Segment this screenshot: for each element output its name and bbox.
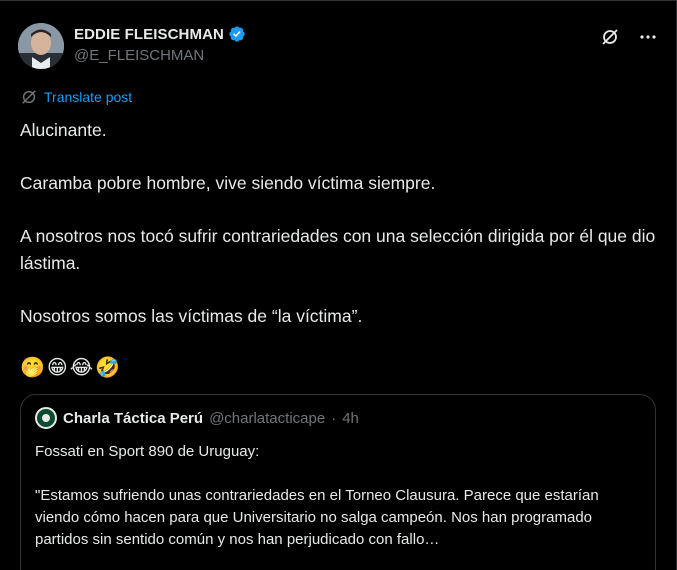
- tweet-line: Caramba pobre hombre, vive siendo víctim…: [20, 173, 436, 193]
- emoji-tears-of-joy: 😂: [69, 357, 94, 379]
- translate-icon: [20, 88, 38, 106]
- quoted-timestamp[interactable]: 4h: [342, 410, 359, 427]
- quoted-tweet[interactable]: Charla Táctica Perú @charlatacticape · 4…: [20, 394, 656, 570]
- grok-icon[interactable]: [600, 27, 620, 47]
- quoted-author-name[interactable]: Charla Táctica Perú: [63, 410, 203, 427]
- quoted-avatar[interactable]: [35, 407, 57, 429]
- tweet-actions: [600, 27, 658, 47]
- tweet-line: Nosotros somos las víctimas de “la vícti…: [20, 306, 363, 326]
- emoji-rolling-laughing: 🤣: [95, 357, 121, 379]
- avatar-image: [18, 23, 64, 69]
- author-block: EDDIE FLEISCHMAN @E_FLEISCHMAN: [74, 25, 246, 64]
- translate-post-link[interactable]: Translate post: [20, 88, 132, 106]
- author-name[interactable]: EDDIE FLEISCHMAN: [74, 25, 246, 43]
- author-display-name[interactable]: EDDIE FLEISCHMAN: [74, 26, 224, 43]
- tweet-line: Alucinante.: [20, 120, 107, 140]
- author-handle[interactable]: @E_FLEISCHMAN: [74, 47, 246, 64]
- translate-label[interactable]: Translate post: [44, 89, 132, 105]
- emoji-row: 🤭 😁 😂 🤣: [20, 357, 120, 379]
- quoted-tweet-header: Charla Táctica Perú @charlatacticape · 4…: [35, 407, 641, 429]
- emoji-grinning: 😁: [46, 357, 68, 379]
- quoted-line: Fossati en Sport 890 de Uruguay:: [35, 443, 260, 460]
- quoted-tweet-text: Fossati en Sport 890 de Uruguay: "Estamo…: [35, 441, 641, 551]
- verified-badge-icon: [229, 26, 245, 42]
- tweet-container: EDDIE FLEISCHMAN @E_FLEISCHMAN Translate…: [0, 0, 677, 570]
- quoted-line: "Estamos sufriendo unas contrariedades e…: [35, 487, 599, 548]
- quoted-author-handle[interactable]: @charlatacticape: [209, 410, 325, 427]
- tweet-line: A nosotros nos tocó sufrir contrariedade…: [20, 226, 656, 273]
- avatar[interactable]: [18, 23, 64, 69]
- more-icon[interactable]: [638, 27, 658, 47]
- emoji-hand-over-mouth: 🤭: [20, 357, 45, 379]
- tweet-text: Alucinante. Caramba pobre hombre, vive s…: [20, 117, 670, 330]
- separator-dot: ·: [331, 409, 337, 427]
- tweet-header: EDDIE FLEISCHMAN @E_FLEISCHMAN: [18, 19, 658, 71]
